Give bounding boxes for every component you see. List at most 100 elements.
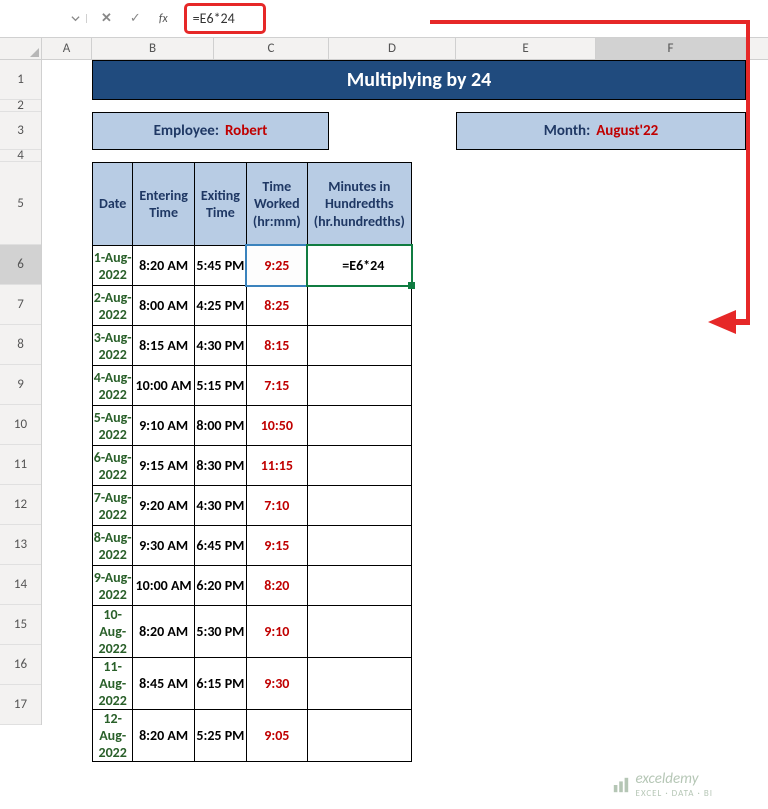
cell-exiting[interactable]: 4:30 PM [194, 326, 246, 366]
row-header-14[interactable]: 14 [0, 565, 41, 605]
cell-worked[interactable]: 9:05 [246, 710, 307, 762]
cell-entering[interactable]: 9:15 AM [133, 446, 195, 486]
cancel-icon[interactable]: ✕ [101, 11, 112, 26]
cell-hundredths[interactable] [307, 366, 411, 406]
cell-worked[interactable]: 9:15 [246, 526, 307, 566]
cell-date[interactable]: 8-Aug-2022 [93, 526, 133, 566]
cell-entering[interactable]: 8:20 AM [133, 710, 195, 762]
cell-date[interactable]: 12-Aug-2022 [93, 710, 133, 762]
cell-date[interactable]: 10-Aug-2022 [93, 606, 133, 658]
cell-date[interactable]: 2-Aug-2022 [93, 286, 133, 326]
row-header-2[interactable]: 2 [0, 100, 41, 112]
col-header-D[interactable]: D [329, 38, 456, 59]
cell-entering[interactable]: 10:00 AM [133, 366, 195, 406]
row-header-3[interactable]: 3 [0, 112, 41, 150]
cell-exiting[interactable]: 6:45 PM [194, 526, 246, 566]
th-exiting[interactable]: Exiting Time [194, 163, 246, 246]
cell-worked[interactable]: 10:50 [246, 406, 307, 446]
cell-exiting[interactable]: 6:15 PM [194, 658, 246, 710]
cell-hundredths[interactable] [307, 606, 411, 658]
table-row: 9-Aug-202210:00 AM6:20 PM8:20 [93, 566, 412, 606]
cell-exiting[interactable]: 4:25 PM [194, 286, 246, 326]
row-header-6[interactable]: 6 [0, 245, 41, 285]
cell-date[interactable]: 1-Aug-2022 [93, 246, 133, 286]
name-box[interactable] [12, 14, 87, 23]
cell-date[interactable]: 9-Aug-2022 [93, 566, 133, 606]
cell-exiting[interactable]: 8:00 PM [194, 406, 246, 446]
cell-worked[interactable]: 7:15 [246, 366, 307, 406]
row-header-1[interactable]: 1 [0, 60, 41, 100]
row-header-16[interactable]: 16 [0, 645, 41, 685]
data-table: Date Entering Time Exiting Time Time Wor… [92, 162, 412, 762]
cell-date[interactable]: 4-Aug-2022 [93, 366, 133, 406]
row-header-12[interactable]: 12 [0, 485, 41, 525]
enter-icon[interactable]: ✓ [130, 11, 141, 26]
cell-exiting[interactable]: 5:45 PM [194, 246, 246, 286]
cell-hundredths[interactable] [307, 486, 411, 526]
col-header-C[interactable]: C [214, 38, 329, 59]
cell-exiting[interactable]: 6:20 PM [194, 566, 246, 606]
title-text: Multiplying by 24 [347, 68, 492, 92]
cell-exiting[interactable]: 4:30 PM [194, 486, 246, 526]
cell-hundredths[interactable] [307, 526, 411, 566]
row-header-15[interactable]: 15 [0, 605, 41, 645]
cell-worked[interactable]: 11:15 [246, 446, 307, 486]
cell-date[interactable]: 11-Aug-2022 [93, 658, 133, 710]
row-header-10[interactable]: 10 [0, 405, 41, 445]
col-header-B[interactable]: B [92, 38, 214, 59]
cell-exiting[interactable]: 5:25 PM [194, 710, 246, 762]
row-header-17[interactable]: 17 [0, 685, 41, 725]
cell-worked[interactable]: 8:20 [246, 566, 307, 606]
cell-date[interactable]: 7-Aug-2022 [93, 486, 133, 526]
cell-hundredths[interactable] [307, 710, 411, 762]
cell-worked[interactable]: 8:15 [246, 326, 307, 366]
cell-entering[interactable]: 10:00 AM [133, 566, 195, 606]
cell-worked[interactable]: 9:25 [246, 246, 307, 286]
cell-entering[interactable]: 8:45 AM [133, 658, 195, 710]
select-all-triangle[interactable] [0, 38, 42, 59]
th-date[interactable]: Date [93, 163, 133, 246]
cell-exiting[interactable]: 5:30 PM [194, 606, 246, 658]
row-header-7[interactable]: 7 [0, 285, 41, 325]
row-header-4[interactable]: 4 [0, 150, 41, 162]
cell-entering[interactable]: 8:15 AM [133, 326, 195, 366]
th-hundredths[interactable]: Minutes in Hundredths (hr.hundredths) [307, 163, 411, 246]
cell-hundredths[interactable] [307, 406, 411, 446]
row-header-5[interactable]: 5 [0, 162, 41, 245]
col-header-F[interactable]: F [596, 38, 746, 59]
cell-hundredths[interactable] [307, 446, 411, 486]
row-header-8[interactable]: 8 [0, 325, 41, 365]
cell-entering[interactable]: 9:10 AM [133, 406, 195, 446]
employee-label: Employee: [154, 122, 219, 140]
cell-entering[interactable]: 8:20 AM [133, 606, 195, 658]
th-entering[interactable]: Entering Time [133, 163, 195, 246]
row-header-11[interactable]: 11 [0, 445, 41, 485]
cell-hundredths[interactable] [307, 286, 411, 326]
cell-worked[interactable]: 7:10 [246, 486, 307, 526]
cell-hundredths[interactable]: =E6*24 [307, 246, 411, 286]
cell-date[interactable]: 5-Aug-2022 [93, 406, 133, 446]
row-header-9[interactable]: 9 [0, 365, 41, 405]
cell-hundredths[interactable] [307, 566, 411, 606]
cell-exiting[interactable]: 5:15 PM [194, 366, 246, 406]
cell-worked[interactable]: 9:30 [246, 658, 307, 710]
cell-entering[interactable]: 8:20 AM [133, 246, 195, 286]
cell-entering[interactable]: 9:20 AM [133, 486, 195, 526]
cell-worked[interactable]: 8:25 [246, 286, 307, 326]
col-header-A[interactable]: A [42, 38, 92, 59]
fx-icon[interactable]: fx [159, 12, 168, 26]
cell-hundredths[interactable] [307, 658, 411, 710]
cell-exiting[interactable]: 8:30 PM [194, 446, 246, 486]
month-box: Month: August'22 [456, 112, 746, 150]
cell-hundredths[interactable] [307, 326, 411, 366]
row-header-13[interactable]: 13 [0, 525, 41, 565]
cell-entering[interactable]: 8:00 AM [133, 286, 195, 326]
cell-date[interactable]: 6-Aug-2022 [93, 446, 133, 486]
cell-date[interactable]: 3-Aug-2022 [93, 326, 133, 366]
formula-input[interactable]: =E6*24 [184, 3, 266, 34]
th-worked[interactable]: Time Worked (hr:mm) [246, 163, 307, 246]
col-header-E[interactable]: E [456, 38, 596, 59]
table-row: 6-Aug-20229:15 AM8:30 PM11:15 [93, 446, 412, 486]
cell-entering[interactable]: 9:30 AM [133, 526, 195, 566]
cell-worked[interactable]: 9:10 [246, 606, 307, 658]
